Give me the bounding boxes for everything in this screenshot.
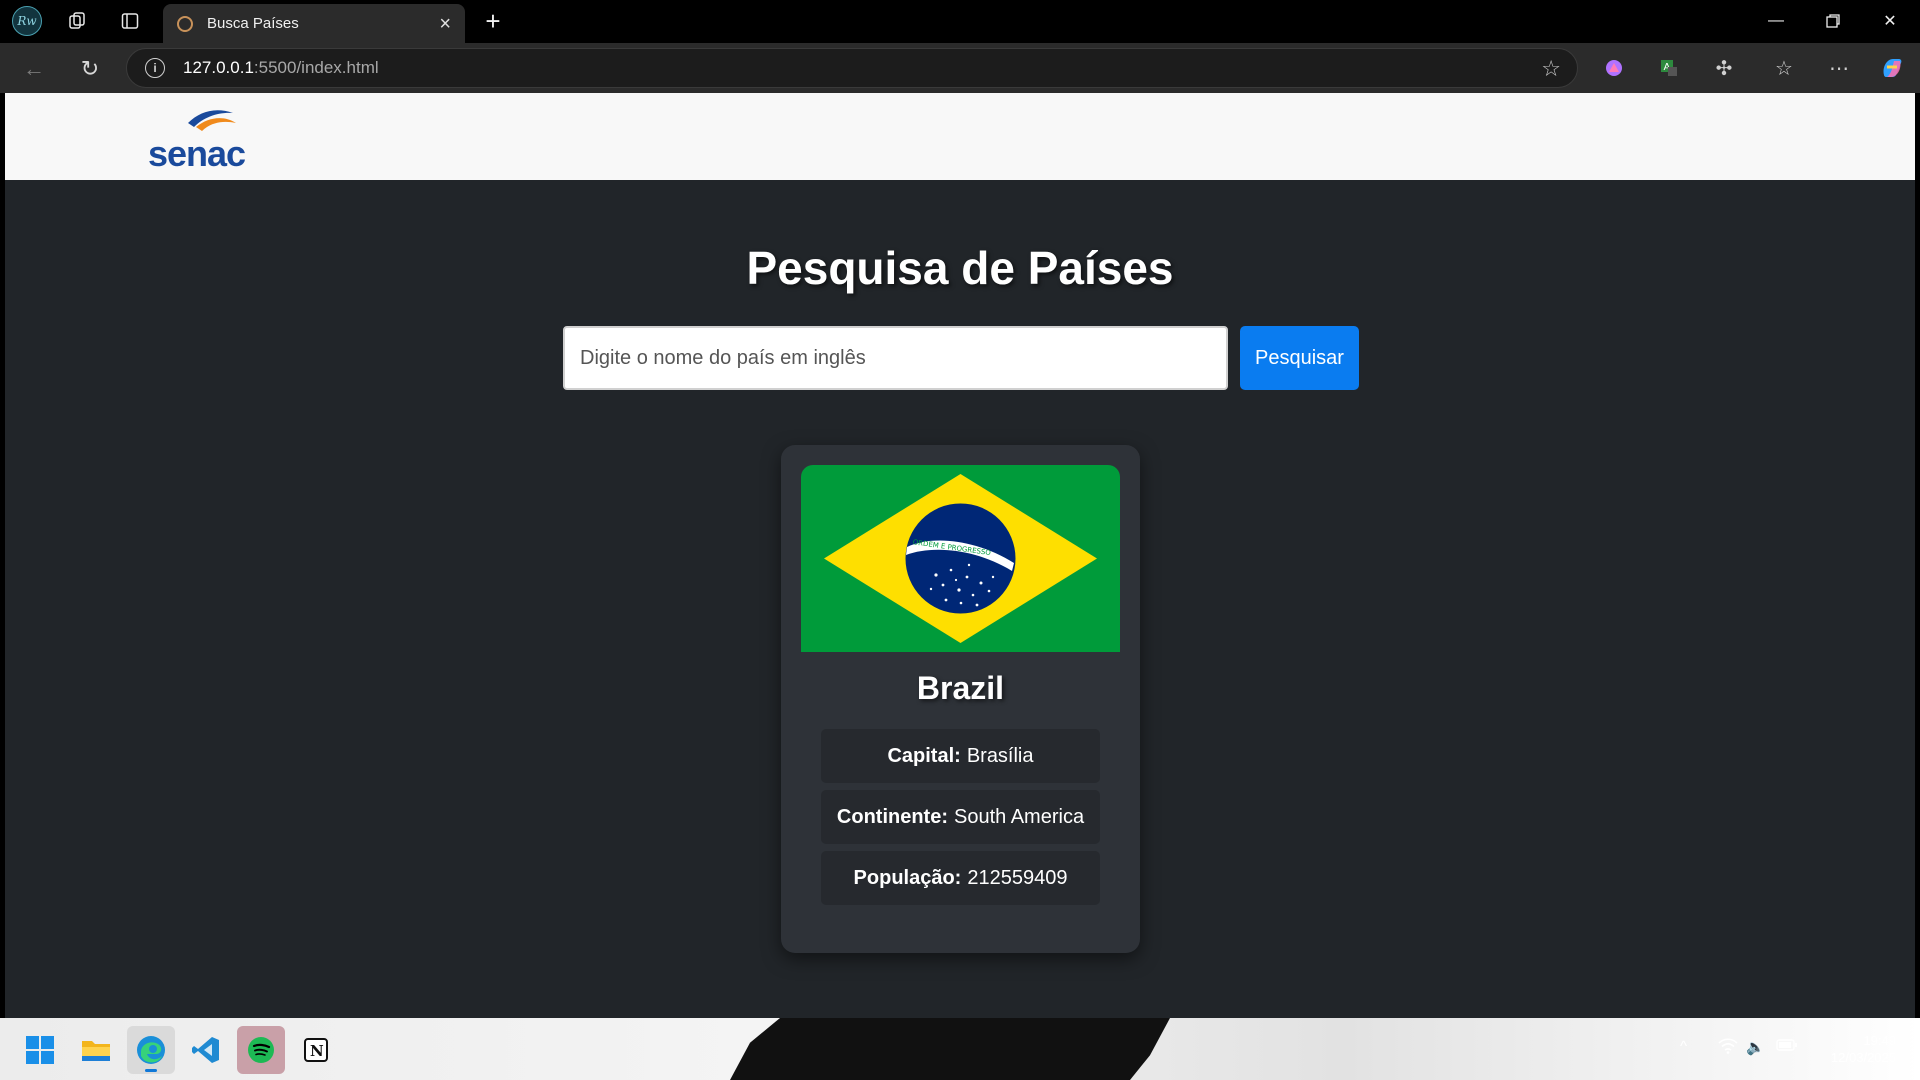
- capital-row: Capital: Brasília: [821, 729, 1100, 783]
- clock-date: 12/03/2025: [1830, 1050, 1896, 1065]
- population-value: 212559409: [967, 866, 1068, 889]
- url-path: :5500/index.html: [253, 58, 379, 77]
- battery-icon[interactable]: [1776, 1038, 1798, 1056]
- close-window-icon[interactable]: ✕: [1870, 6, 1910, 36]
- tab-favicon-icon: [177, 15, 193, 32]
- windows-taskbar: N ^ 🔈 19:49 12/03/2025: [0, 1018, 1920, 1080]
- active-app-indicator: [145, 1069, 157, 1072]
- page-viewport: senac Pesquisa de Países Pesquisar ORDEM…: [5, 93, 1915, 1018]
- clock-time: 19:49: [1863, 1033, 1896, 1048]
- system-clock[interactable]: 19:49 12/03/2025: [1831, 1032, 1896, 1066]
- continent-value: South America: [954, 805, 1085, 828]
- site-header: senac: [5, 93, 1915, 180]
- country-card: ORDEM E PROGRESSO Brazil Capital: Brasíl…: [781, 445, 1140, 953]
- tab-busca-paises[interactable]: Busca Países ×: [163, 4, 465, 43]
- wifi-icon[interactable]: [1718, 1038, 1738, 1058]
- workspaces-icon[interactable]: [62, 6, 92, 36]
- country-flag: ORDEM E PROGRESSO: [801, 465, 1120, 652]
- edge-browser-icon[interactable]: [127, 1026, 175, 1074]
- back-icon[interactable]: ←: [18, 53, 50, 85]
- logo-wordmark: senac: [148, 133, 246, 174]
- page-title: Pesquisa de Países: [746, 242, 1174, 294]
- more-menu-icon[interactable]: ⋯: [1825, 54, 1853, 82]
- extensions-puzzle-icon[interactable]: ✣: [1710, 54, 1738, 82]
- country-search-input[interactable]: [563, 326, 1228, 390]
- show-hidden-icons-chevron[interactable]: ^: [1680, 1038, 1687, 1055]
- new-tab-button[interactable]: +: [478, 6, 508, 36]
- capital-value: Brasília: [966, 744, 1034, 767]
- profile-avatar[interactable]: Rw: [12, 6, 42, 36]
- senac-logo[interactable]: senac: [148, 103, 258, 174]
- favorite-star-icon[interactable]: ☆: [1541, 56, 1561, 82]
- population-row: População: 212559409: [821, 851, 1100, 905]
- volume-icon[interactable]: 🔈: [1746, 1038, 1765, 1056]
- windows-start-icon[interactable]: [16, 1026, 64, 1074]
- translate-extension-icon[interactable]: A: [1655, 54, 1683, 82]
- favorites-icon[interactable]: ☆: [1770, 54, 1798, 82]
- url-host: 127.0.0.1: [183, 58, 254, 77]
- restore-icon[interactable]: [1813, 6, 1853, 36]
- spotify-icon[interactable]: [237, 1026, 285, 1074]
- reload-icon[interactable]: ↻: [74, 53, 106, 85]
- capital-label: Capital:: [887, 744, 961, 767]
- site-info-icon[interactable]: i: [145, 58, 165, 78]
- address-bar[interactable]: i 127.0.0.1:5500/index.html ☆: [126, 48, 1578, 88]
- copilot-icon[interactable]: [1878, 54, 1906, 82]
- browser-tabbar: Rw Busca Países × + — ✕: [0, 0, 1920, 43]
- continent-label: Continente:: [836, 805, 948, 828]
- svg-text:N: N: [310, 1042, 324, 1060]
- search-button[interactable]: Pesquisar: [1240, 326, 1359, 390]
- notion-icon[interactable]: N: [292, 1026, 340, 1074]
- tab-title: Busca Países: [207, 15, 299, 32]
- desktop-wallpaper-fragment: [730, 1018, 1170, 1080]
- vertical-tabs-icon[interactable]: [115, 6, 145, 36]
- copilot-extension-icon[interactable]: [1600, 54, 1628, 82]
- browser-toolbar: ← ↻ i 127.0.0.1:5500/index.html ☆ A ✣ ☆ …: [0, 43, 1920, 93]
- close-tab-icon[interactable]: ×: [439, 14, 451, 34]
- minimize-icon[interactable]: —: [1756, 6, 1796, 36]
- file-explorer-icon[interactable]: [72, 1026, 120, 1074]
- country-name: Brazil: [916, 670, 1005, 706]
- vscode-icon[interactable]: [182, 1026, 230, 1074]
- population-label: População:: [853, 866, 962, 889]
- continent-row: Continente: South America: [821, 790, 1100, 844]
